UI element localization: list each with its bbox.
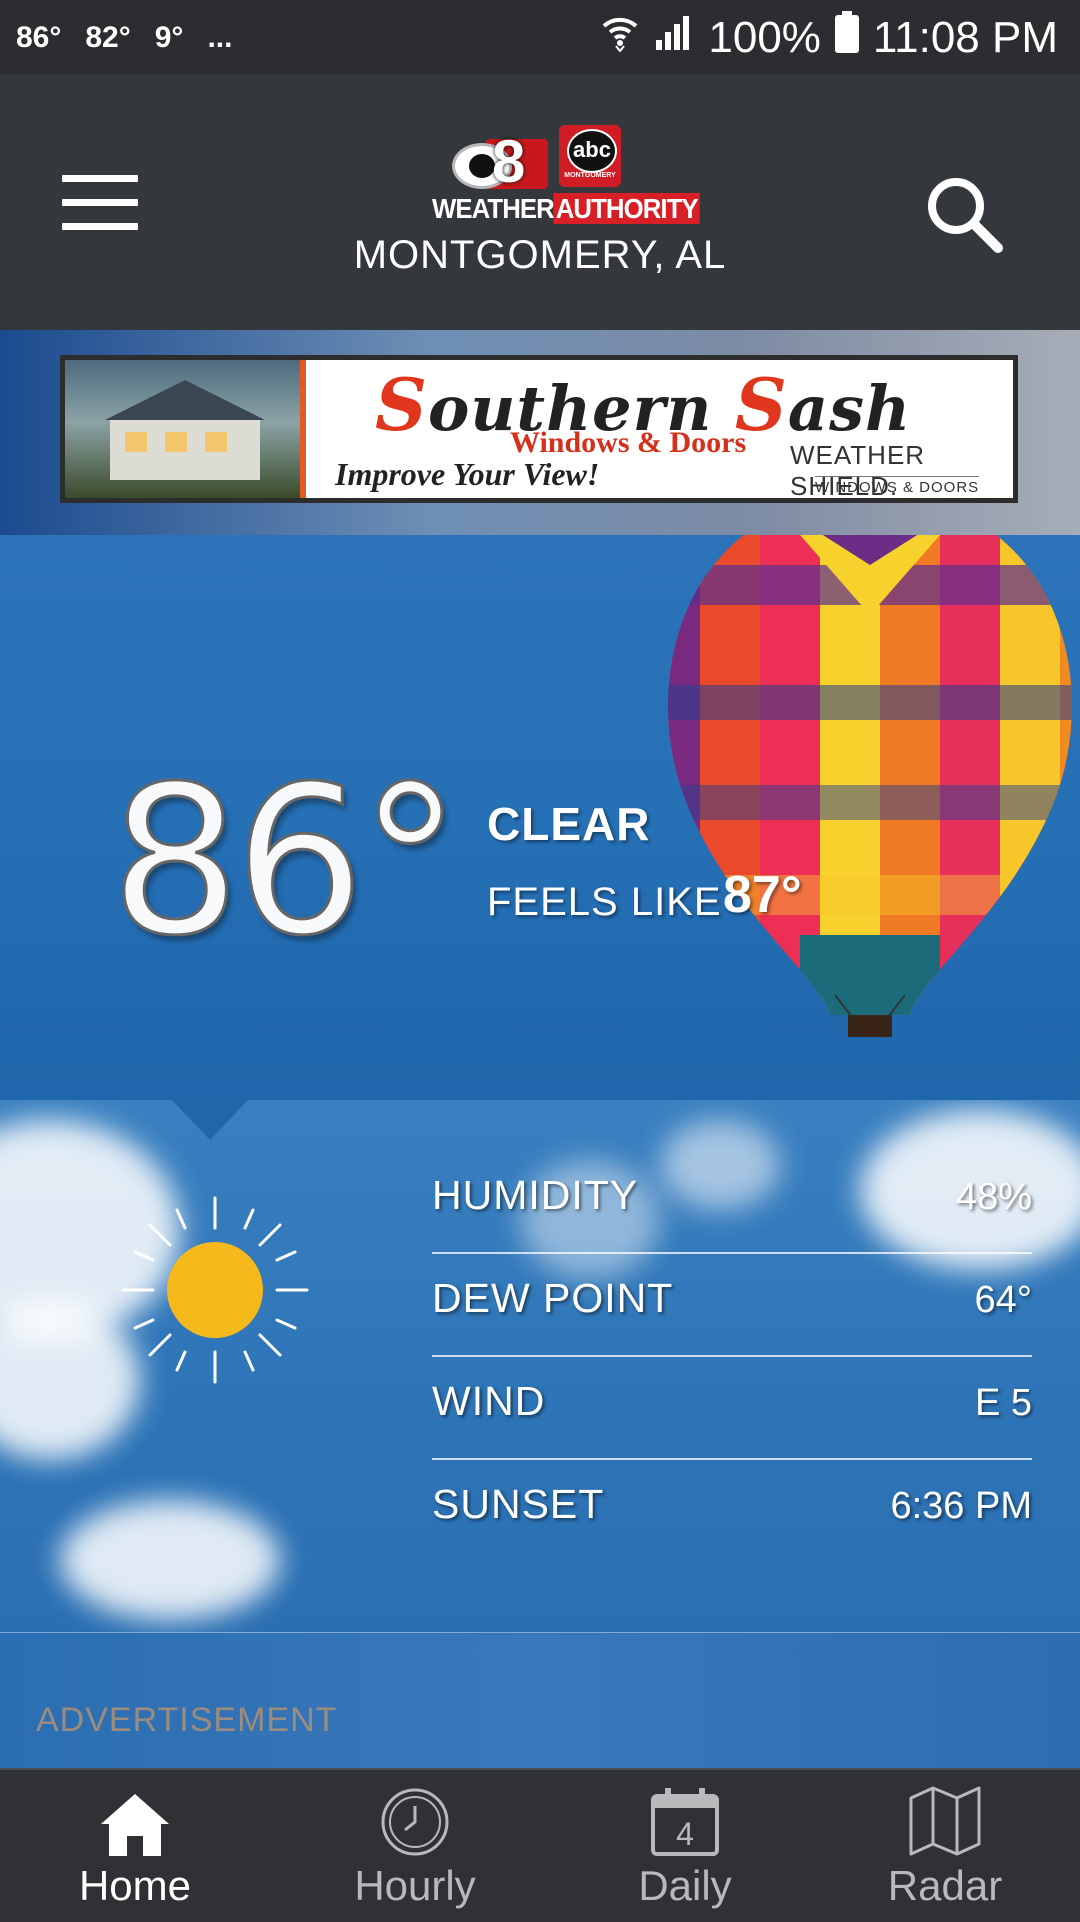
calendar-day-badge: 4 xyxy=(676,1816,694,1852)
house-photo xyxy=(65,360,300,498)
detail-row-sunset: SUNSET 6:36 PM xyxy=(432,1459,1032,1561)
top-ad-strip: Southern Sash Windows & Doors Improve Yo… xyxy=(0,330,1080,535)
notification-icons: 86° 82° 9° ... xyxy=(0,21,232,55)
abc-logo: abc MONTGOMERY xyxy=(559,125,621,187)
search-icon[interactable] xyxy=(920,170,1010,260)
ad-partner-sub: WINDOWS & DOORS xyxy=(815,476,980,496)
notif-more: ... xyxy=(207,20,233,54)
app-header: 8 abc MONTGOMERY WEATHERAUTHORITY MONTGO… xyxy=(0,75,1080,330)
battery-icon xyxy=(834,11,859,64)
detail-label: SUNSET xyxy=(432,1481,605,1527)
detail-row-dew-point: DEW POINT 64° xyxy=(432,1253,1032,1357)
condition-text: CLEAR xyxy=(487,798,651,850)
ad-tagline: Improve Your View! xyxy=(335,456,600,492)
clock-icon xyxy=(381,1788,449,1856)
wifi-icon xyxy=(600,12,640,63)
weather-authority-wordmark: WEATHERAUTHORITY xyxy=(432,193,700,224)
nav-label: Hourly xyxy=(354,1862,476,1909)
nav-label: Radar xyxy=(887,1862,1003,1909)
location-title[interactable]: MONTGOMERY, AL xyxy=(0,233,1080,278)
bottom-navigation: Home Hourly 4 Daily Radar xyxy=(0,1768,1080,1922)
section-pointer xyxy=(170,1100,250,1140)
home-icon xyxy=(101,1794,169,1856)
current-conditions: 86° CLEAR FEELS LIKE 87° xyxy=(0,535,1080,1100)
battery-percent: 100% xyxy=(708,12,821,62)
detail-label: WIND xyxy=(432,1378,546,1424)
advertisement-area: ADVERTISEMENT xyxy=(0,1633,1080,1768)
nav-label: Home xyxy=(78,1862,192,1909)
notif-temp-3: 9° xyxy=(154,20,184,54)
current-temperature: 86° xyxy=(108,743,462,981)
ad-banner[interactable]: Southern Sash Windows & Doors Improve Yo… xyxy=(60,355,1018,503)
detail-value: 6:36 PM xyxy=(890,1485,1032,1527)
nav-hourly[interactable]: Hourly xyxy=(280,1770,550,1922)
system-status: 100% 11:08 PM xyxy=(600,11,1080,64)
nav-radar[interactable]: Radar xyxy=(810,1770,1080,1922)
nav-home[interactable]: Home xyxy=(0,1770,270,1922)
hamburger-menu-icon[interactable] xyxy=(62,175,138,231)
detail-row-humidity: HUMIDITY 48% xyxy=(432,1150,1032,1254)
sun-icon xyxy=(121,1196,309,1384)
clock-time: 11:08 PM xyxy=(872,12,1058,62)
conditions-details: HUMIDITY 48% DEW POINT 64° WIND E 5 SUNS… xyxy=(0,1100,1080,1634)
map-icon xyxy=(909,1786,981,1856)
detail-value: E 5 xyxy=(974,1382,1032,1424)
hot-air-balloon-image xyxy=(668,535,1072,1037)
detail-value: 64° xyxy=(974,1279,1032,1321)
nav-daily[interactable]: 4 Daily xyxy=(550,1770,820,1922)
signal-icon xyxy=(654,12,694,63)
notif-temp-1: 86° xyxy=(16,20,62,54)
detail-label: DEW POINT xyxy=(432,1275,674,1321)
advertisement-label: ADVERTISEMENT xyxy=(36,1701,338,1739)
status-bar: 86° 82° 9° ... 100% 11:08 PM xyxy=(0,0,1080,75)
detail-row-wind: WIND E 5 xyxy=(432,1356,1032,1460)
feels-like-value: 87° xyxy=(723,866,802,924)
notif-temp-2: 82° xyxy=(85,20,131,54)
station-logo: 8 abc MONTGOMERY WEATHERAUTHORITY xyxy=(432,125,700,227)
detail-value: 48% xyxy=(955,1176,1032,1218)
detail-label: HUMIDITY xyxy=(432,1172,639,1218)
feels-like-label: FEELS LIKE xyxy=(487,880,722,924)
cbs8-logo: 8 xyxy=(452,128,548,195)
nav-label: Daily xyxy=(638,1862,732,1909)
ad-subtitle: Windows & Doors xyxy=(510,426,747,459)
